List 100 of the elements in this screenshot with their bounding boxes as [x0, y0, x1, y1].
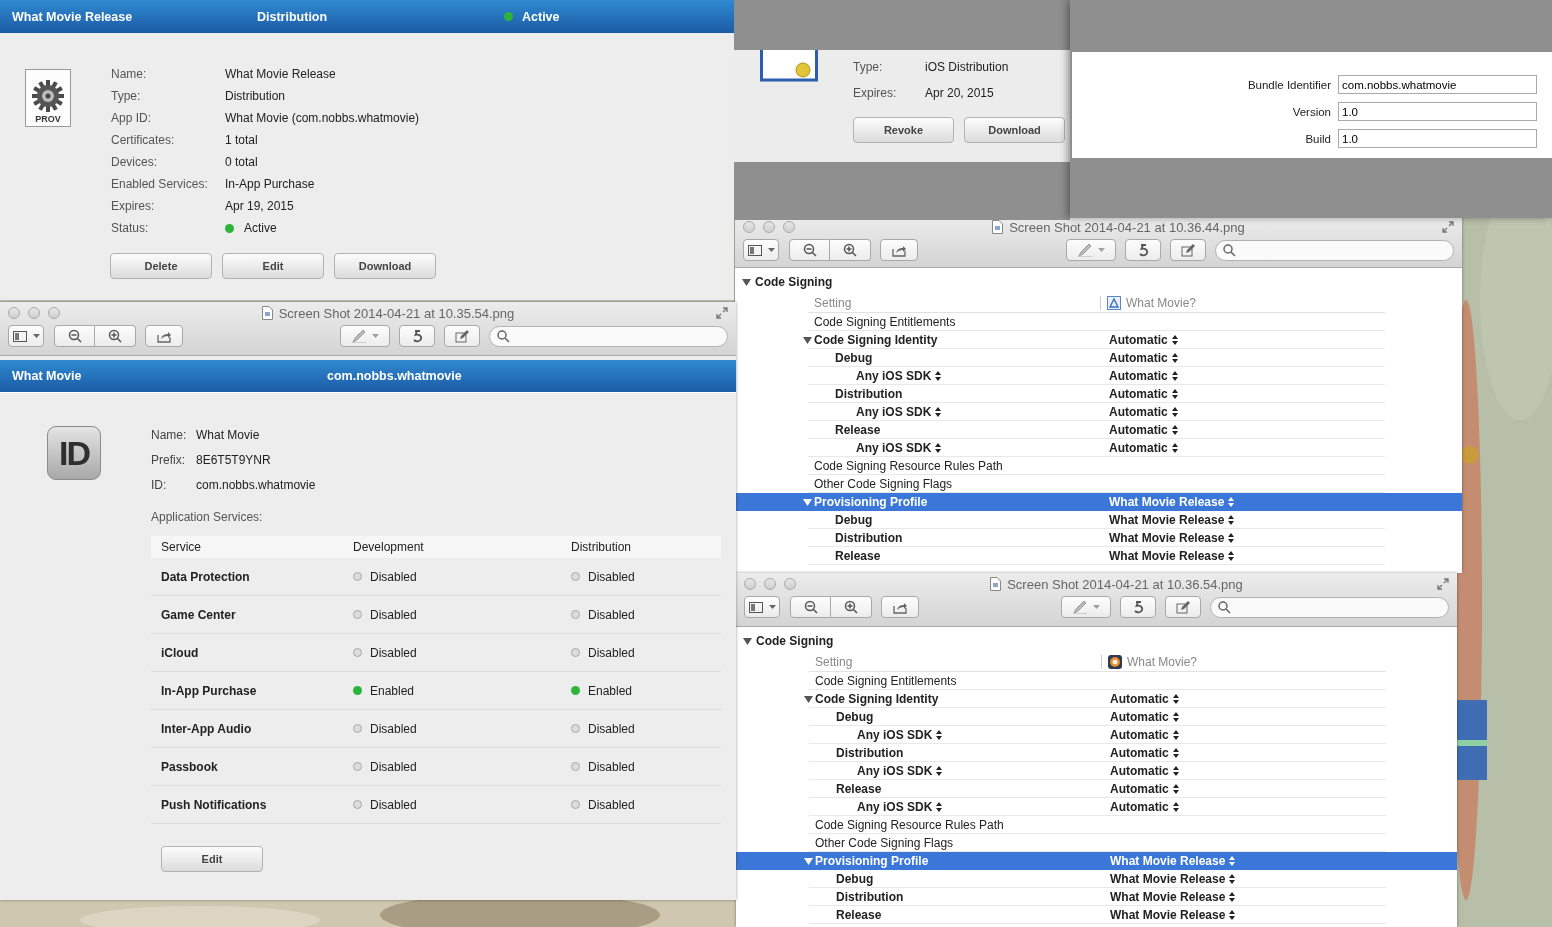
search-icon: [497, 329, 510, 343]
rotate-button[interactable]: [399, 325, 435, 347]
disclosure-triangle-icon[interactable]: [742, 277, 751, 287]
edit-button[interactable]: [1165, 596, 1201, 618]
search-field[interactable]: [1215, 239, 1454, 261]
popup-arrows-icon: [1172, 748, 1179, 758]
table-cell: Disabled: [588, 759, 635, 774]
sidebar-button[interactable]: [743, 239, 779, 261]
popup-arrows-icon: [936, 730, 943, 740]
disclosure-triangle-icon[interactable]: [743, 636, 752, 646]
popup-arrows-icon: [1228, 515, 1235, 525]
table-cell: Disabled: [370, 721, 417, 736]
edit-button[interactable]: [1170, 239, 1206, 261]
button[interactable]: Download: [964, 117, 1065, 143]
share-button[interactable]: [881, 596, 919, 618]
setting-name: Code Signing Resource Rules Path: [814, 459, 1003, 473]
column-header: What Movie?: [1126, 296, 1197, 310]
sidebar-button[interactable]: [744, 596, 780, 618]
section-title: Code Signing: [755, 275, 833, 289]
certificate-icon: [760, 50, 818, 82]
table-cell: Disabled: [588, 645, 635, 660]
window-title: Screen Shot 2014-04-21 at 10.36.54.png: [1007, 576, 1243, 592]
input-field[interactable]: 1.0: [1338, 102, 1537, 121]
button[interactable]: Download: [334, 253, 436, 279]
icon-label: PROV: [35, 114, 61, 124]
markup-button[interactable]: [340, 325, 390, 347]
field-value: 0 total: [225, 155, 259, 169]
caret-icon: [767, 248, 775, 252]
setting-value: What Movie Release: [1110, 908, 1226, 922]
markup-button[interactable]: [1061, 596, 1111, 618]
zoom-out-button[interactable]: [789, 239, 830, 261]
zoom-in-button[interactable]: [831, 596, 872, 618]
column-header: What Movie?: [1127, 655, 1198, 669]
setting-name: Code Signing Resource Rules Path: [815, 818, 1004, 832]
setting-name: Release: [836, 908, 882, 922]
field-label: Status:: [111, 221, 150, 235]
fullscreen-icon[interactable]: [1442, 221, 1454, 233]
rotate-icon: [410, 329, 424, 343]
button[interactable]: Revoke: [853, 117, 954, 143]
popup-arrows-icon: [1229, 856, 1236, 866]
field-label: Enabled Services:: [111, 177, 209, 191]
share-button[interactable]: [145, 325, 183, 347]
field-label: ID:: [151, 477, 168, 492]
disclosure-triangle-icon[interactable]: [803, 497, 812, 507]
setting-value: What Movie Release: [1110, 854, 1226, 868]
field-label: Devices:: [111, 155, 158, 169]
zoom-in-button[interactable]: [830, 239, 871, 261]
table-cell-text: Push Notifications: [160, 797, 268, 812]
input-field[interactable]: com.nobbs.whatmovie: [1338, 75, 1537, 94]
setting-value: Automatic: [1110, 728, 1169, 742]
setting-name: Any iOS SDK: [856, 369, 932, 383]
setting-name: Any iOS SDK: [856, 441, 932, 455]
input-field[interactable]: 1.0: [1338, 129, 1537, 148]
table-cell-text: iCloud: [160, 645, 200, 660]
search-icon: [1223, 243, 1236, 257]
disclosure-triangle-icon[interactable]: [803, 335, 812, 345]
button[interactable]: Edit: [161, 846, 263, 872]
field-label: App ID:: [111, 111, 153, 125]
setting-value: What Movie Release: [1110, 890, 1226, 904]
disclosure-triangle-icon[interactable]: [804, 694, 813, 704]
button[interactable]: Delete: [110, 253, 212, 279]
search-field[interactable]: [1210, 596, 1449, 618]
field-value: What Movie: [196, 427, 261, 442]
zoom-out-button[interactable]: [790, 596, 831, 618]
button[interactable]: Edit: [222, 253, 324, 279]
popup-arrows-icon: [1172, 802, 1179, 812]
zoom-in-button[interactable]: [95, 325, 136, 347]
fullscreen-icon[interactable]: [1437, 578, 1449, 590]
markup-button[interactable]: [1066, 239, 1116, 261]
sidebar-button[interactable]: [8, 325, 44, 347]
popup-arrows-icon: [1171, 443, 1178, 453]
setting-value: Automatic: [1109, 441, 1168, 455]
column-header: Setting: [813, 296, 853, 310]
zoom-out-button[interactable]: [54, 325, 95, 347]
settings-row[interactable]: Provisioning Profile What Movie Release: [735, 493, 1462, 511]
popup-arrows-icon: [936, 766, 943, 776]
setting-name: Any iOS SDK: [857, 764, 933, 778]
table-cell: Disabled: [588, 797, 635, 812]
field-label: Name:: [151, 427, 188, 442]
setting-name: Code Signing Identity: [814, 333, 938, 347]
table-cell: Enabled: [588, 683, 633, 698]
table-cell-text: Inter-App Audio: [160, 721, 253, 736]
document-icon: [261, 306, 273, 320]
app-icon: [1108, 655, 1122, 669]
field-value: iOS Distribution: [925, 60, 1009, 74]
rotate-button[interactable]: [1120, 596, 1156, 618]
setting-name: Any iOS SDK: [856, 405, 932, 419]
app-placeholder-icon: [1107, 296, 1121, 310]
zoom-in-icon: [843, 243, 857, 257]
disclosure-triangle-icon[interactable]: [804, 856, 813, 866]
share-button[interactable]: [880, 239, 918, 261]
rotate-button[interactable]: [1125, 239, 1161, 261]
settings-row[interactable]: Provisioning Profile What Movie Release: [736, 852, 1457, 870]
column-header: Setting: [814, 655, 854, 669]
search-field[interactable]: [489, 325, 728, 347]
fullscreen-icon[interactable]: [716, 307, 728, 319]
sidebar-icon: [748, 601, 763, 613]
table-cell: Disabled: [588, 607, 635, 622]
column-header: Development: [353, 540, 425, 554]
edit-button[interactable]: [444, 325, 480, 347]
